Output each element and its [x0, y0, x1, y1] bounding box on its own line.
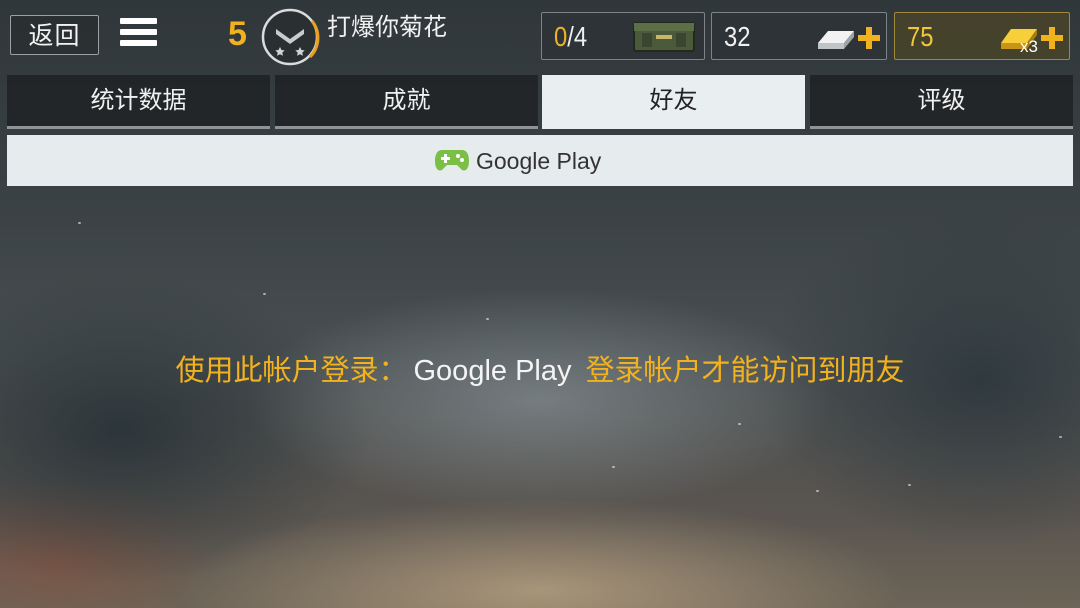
rank-badge-icon[interactable] [260, 7, 320, 67]
login-message: 使用此帐户登录： Google Play 登录帐户才能访问到朋友 [0, 350, 1080, 391]
back-button[interactable]: 返回 [10, 15, 99, 55]
gamepad-icon [435, 150, 469, 171]
player-name[interactable]: 打爆你菊花 [327, 12, 447, 42]
silver-bar-icon [818, 31, 854, 49]
tab-statistics[interactable]: 统计数据 [7, 75, 270, 129]
silver-amount: 32 [724, 21, 751, 52]
gold-amount: 75 [907, 21, 934, 52]
tab-achievements[interactable]: 成就 [275, 75, 538, 129]
google-play-bar[interactable]: Google Play [7, 135, 1073, 186]
tab-ratings[interactable]: 评级 [810, 75, 1073, 129]
snow-speck [908, 484, 911, 486]
snow-speck [486, 318, 489, 320]
login-message-suffix: 登录帐户才能访问到朋友 [585, 353, 905, 387]
login-message-service[interactable]: Google Play [414, 355, 572, 387]
google-play-label: Google Play [476, 148, 602, 174]
top-bar: 返回 5 打爆你菊花 0/4 32 75 x3 [0, 0, 1080, 70]
gold-bonus: x3 [1020, 37, 1038, 56]
login-message-prefix: 使用此帐户登录： [175, 353, 408, 387]
menu-icon[interactable] [120, 18, 157, 52]
snow-speck [1059, 436, 1062, 438]
profile-tabs: 统计数据 成就 好友 评级 [7, 75, 1073, 129]
gold-counter[interactable]: 75 x3 [894, 12, 1070, 60]
snow-speck [816, 490, 819, 492]
snow-speck [78, 222, 81, 224]
tab-friends[interactable]: 好友 [542, 75, 805, 129]
add-gold-icon[interactable] [1041, 27, 1063, 49]
snow-speck [738, 423, 741, 425]
crates-count: 0/4 [554, 21, 588, 52]
silver-counter[interactable]: 32 [711, 12, 887, 60]
ammo-crate-icon [633, 22, 695, 52]
snow-speck [263, 293, 266, 295]
crates-counter[interactable]: 0/4 [541, 12, 705, 60]
snow-speck [612, 466, 615, 468]
player-level: 5 [228, 15, 247, 53]
add-silver-icon[interactable] [858, 27, 880, 49]
